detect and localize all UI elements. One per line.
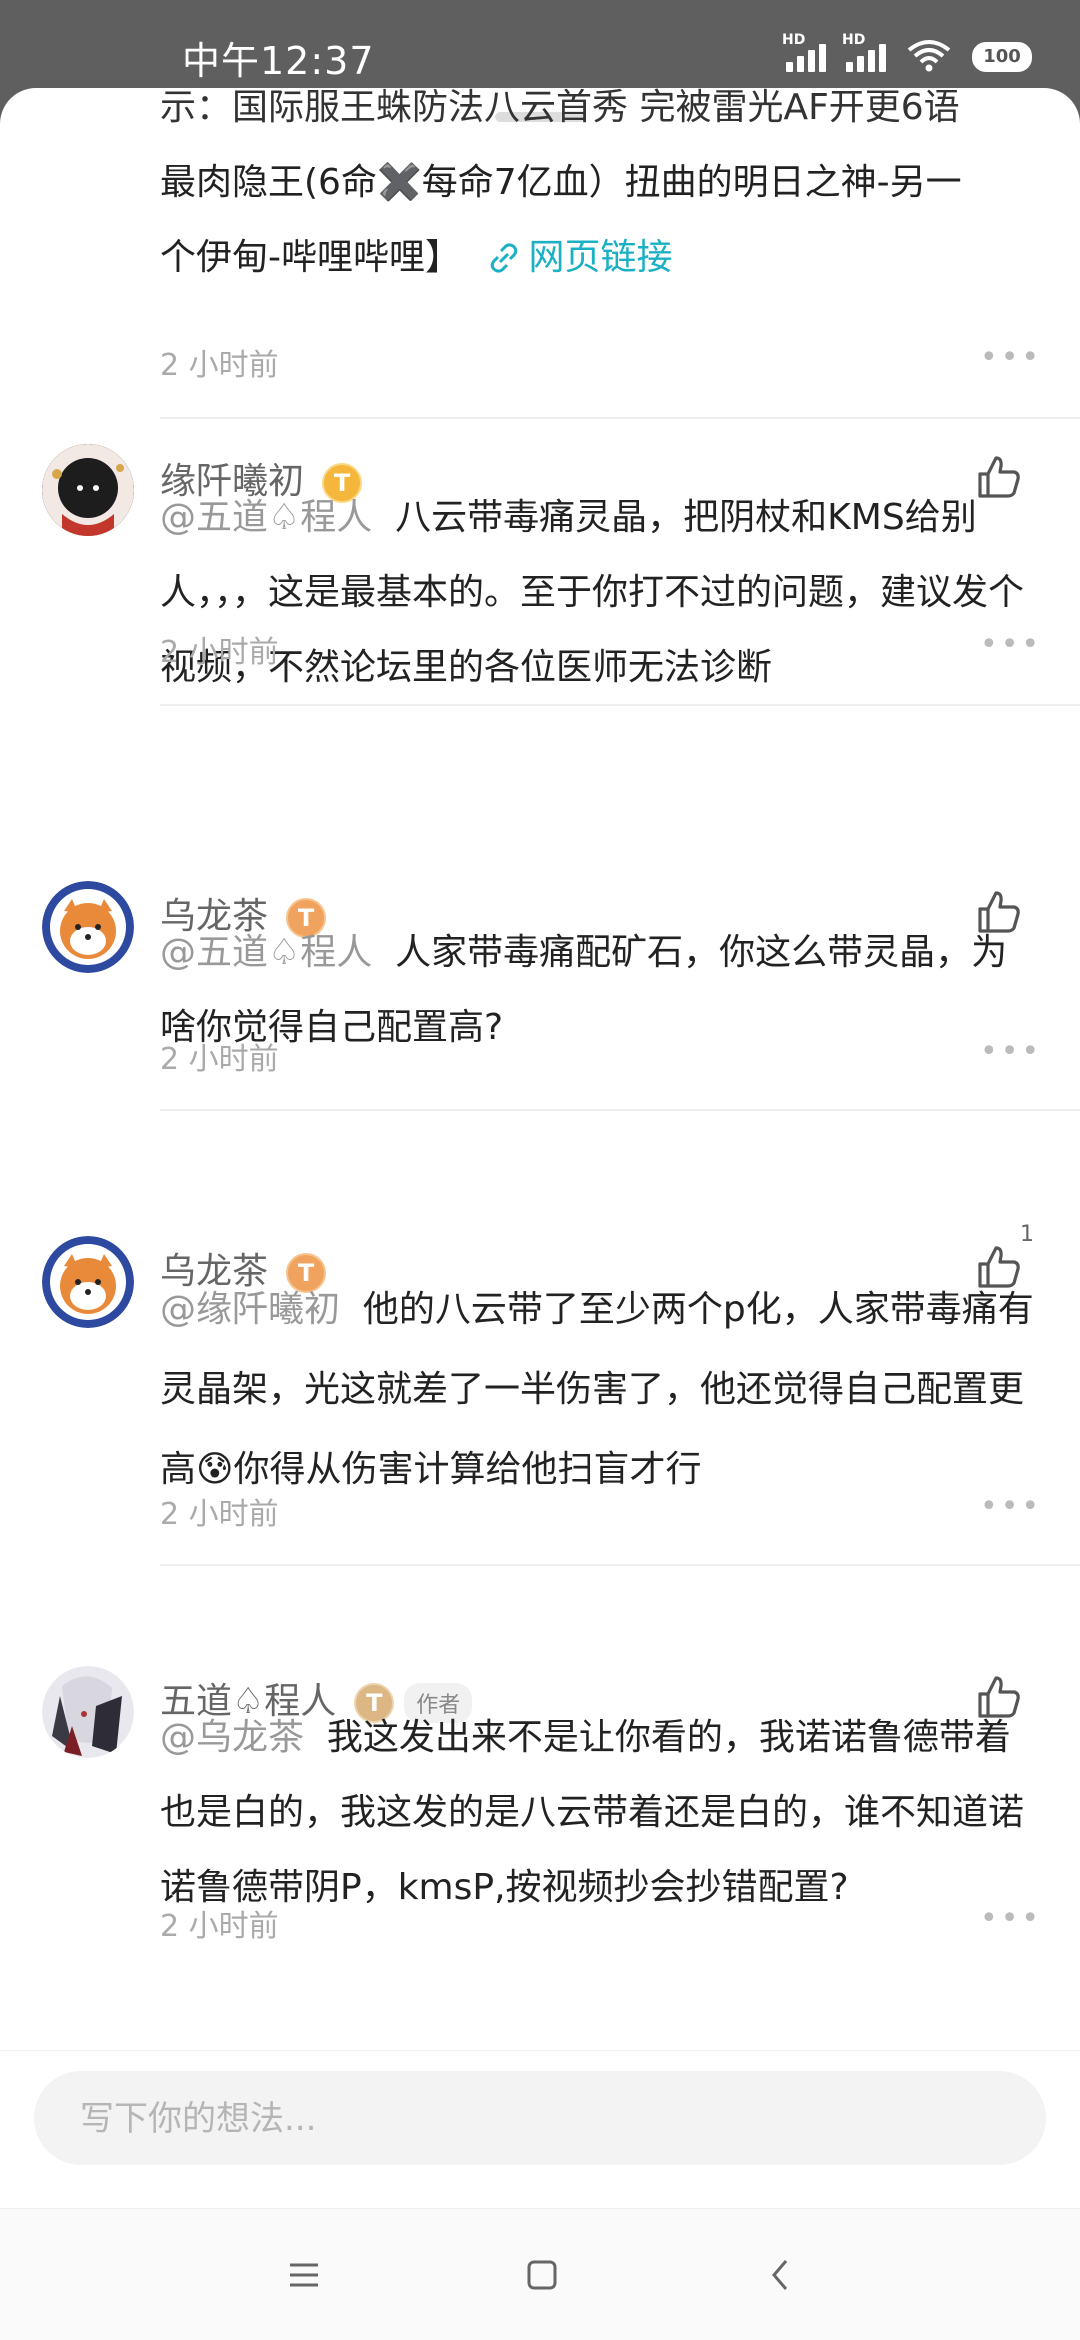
signal-icon-2: HD — [842, 32, 886, 72]
back-chevron-icon[interactable] — [760, 2255, 800, 2295]
hd-label: HD — [782, 32, 806, 48]
comment-thread[interactable]: 示：国际服王蛛防法八云首秀 完被雷光AF开更6语 最肉隐王(6命✖️每命7亿血）… — [0, 88, 1080, 2048]
more-options-icon[interactable]: ••• — [980, 340, 1042, 375]
comment-partial-time: 2 小时前 — [160, 348, 279, 383]
mention-link[interactable]: @缘阡曦初 — [160, 1289, 340, 1330]
comment-time: 2 小时前 — [160, 1042, 279, 1077]
comment-time: 2 小时前 — [160, 1497, 279, 1532]
comment-time: 2 小时前 — [160, 1909, 279, 1944]
mention-link[interactable]: @乌龙茶 — [160, 1717, 304, 1758]
comment-input-container[interactable] — [34, 2071, 1046, 2167]
comment-body: @五道♤程人 人家带毒痛配矿石，你这么带灵晶，为啥你觉得自己配置高? — [160, 915, 1040, 1065]
web-link-label[interactable]: 网页链接 — [528, 237, 672, 278]
battery-icon: 100 — [972, 42, 1032, 72]
comment-time: 2 小时前 — [160, 635, 279, 670]
divider — [160, 704, 1080, 706]
comment-partial-body: 示：国际服王蛛防法八云首秀 完被雷光AF开更6语 最肉隐王(6命✖️每命7亿血）… — [160, 88, 1040, 295]
more-options-icon[interactable]: ••• — [980, 1034, 1042, 1069]
signal-icon: HD — [782, 32, 826, 72]
comment-partial-line2: 最肉隐王(6命✖️每命7亿血）扭曲的明日之神-另一 — [160, 162, 962, 203]
more-options-icon[interactable]: ••• — [980, 1901, 1042, 1936]
comment-body: @五道♤程人 八云带毒痛灵晶，把阴杖和KMS给别人，，，这是最基本的。至于你打不… — [160, 480, 1040, 705]
like-count: 1 — [1020, 1222, 1034, 1247]
comment-partial-line3-text: 个伊甸-哔哩哔哩】 — [160, 237, 461, 278]
hd-label-2: HD — [842, 32, 866, 48]
avatar[interactable] — [42, 881, 134, 973]
comment-partial-line3: 个伊甸-哔哩哔哩】 网页链接 — [160, 220, 1040, 295]
status-icons: HD HD 100 — [782, 32, 1032, 72]
avatar[interactable] — [42, 1236, 134, 1328]
status-time: 中午12:37 — [182, 39, 375, 83]
wifi-icon — [906, 38, 952, 72]
comment-composer — [0, 2050, 1080, 2209]
divider — [160, 1109, 1080, 1111]
comment-body: @乌龙茶 我这发出来不是让你看的，我诺诺鲁德带着也是白的，我这发的是八云带着还是… — [160, 1700, 1040, 1925]
more-options-icon[interactable]: ••• — [980, 1489, 1042, 1524]
home-square-icon[interactable] — [522, 2255, 562, 2295]
divider — [160, 417, 1080, 419]
status-bar: 中午12:37 HD HD 100 — [0, 0, 1080, 90]
link-icon — [491, 243, 518, 273]
more-options-icon[interactable]: ••• — [980, 627, 1042, 662]
mention-link[interactable]: @五道♤程人 — [160, 497, 372, 538]
menu-icon[interactable] — [284, 2255, 324, 2295]
divider — [160, 1564, 1080, 1566]
web-link[interactable]: 网页链接 — [472, 237, 672, 278]
comment-sheet: 示：国际服王蛛防法八云首秀 完被雷光AF开更6语 最肉隐王(6命✖️每命7亿血）… — [0, 88, 1080, 2340]
comment-input[interactable] — [78, 2071, 982, 2167]
mention-link[interactable]: @五道♤程人 — [160, 932, 372, 973]
avatar[interactable] — [42, 444, 134, 536]
avatar[interactable] — [42, 1666, 134, 1758]
comment-partial-line1: 示：国际服王蛛防法八云首秀 完被雷光AF开更6语 — [160, 88, 960, 128]
comment-body: @缘阡曦初 他的八云带了至少两个p化，人家带毒痛有灵晶架，光这就差了一半伤害了，… — [160, 1270, 1040, 1510]
system-navbar — [0, 2208, 1080, 2340]
